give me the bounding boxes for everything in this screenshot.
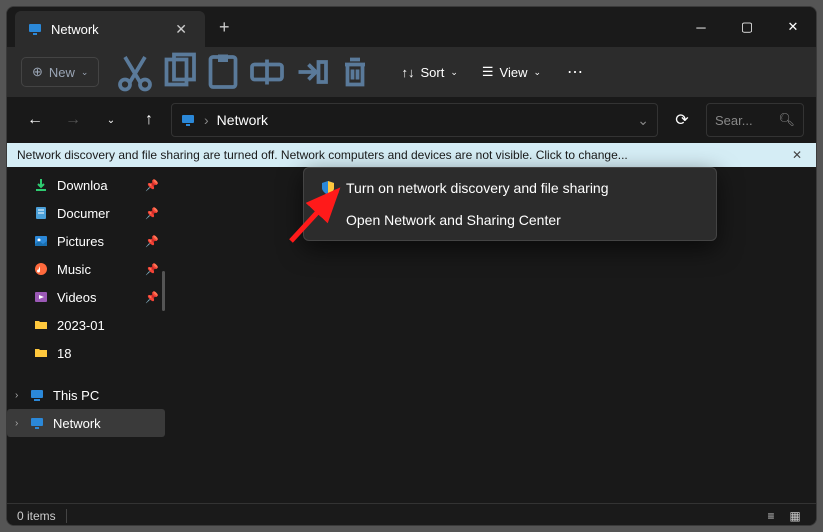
pin-icon: 📌 xyxy=(145,179,159,192)
close-button[interactable]: ✕ xyxy=(770,7,816,47)
minimize-button[interactable]: ─ xyxy=(678,7,724,47)
sort-button[interactable]: ↑↓ Sort ⌄ xyxy=(391,59,467,86)
shield-icon xyxy=(320,180,336,196)
new-button[interactable]: ⊕ New ⌄ xyxy=(21,57,99,87)
chevron-right-icon[interactable]: › xyxy=(15,418,18,429)
info-text: Network discovery and file sharing are t… xyxy=(17,148,628,162)
plus-icon: ⊕ xyxy=(32,64,43,80)
details-view-button[interactable]: ≡ xyxy=(760,507,782,525)
ctx-turn-on-discovery[interactable]: Turn on network discovery and file shari… xyxy=(308,172,712,204)
sort-icon: ↑↓ xyxy=(401,65,414,80)
tab-title: Network xyxy=(51,22,161,37)
search-icon: 🔍︎ xyxy=(778,112,795,128)
chevron-down-icon[interactable]: ⌄ xyxy=(637,112,649,129)
recent-button[interactable]: ⌄ xyxy=(95,104,127,136)
ctx-open-sharing-center[interactable]: Open Network and Sharing Center xyxy=(308,204,712,236)
main-content[interactable]: Turn on network discovery and file shari… xyxy=(165,167,816,503)
sidebar-item-documents[interactable]: Documer 📌 xyxy=(7,199,165,227)
network-icon xyxy=(27,21,43,37)
sidebar-item-music[interactable]: Music 📌 xyxy=(7,255,165,283)
maximize-button[interactable]: ▢ xyxy=(724,7,770,47)
pin-icon: 📌 xyxy=(145,235,159,248)
folder-icon xyxy=(33,345,49,361)
delete-button[interactable] xyxy=(335,54,375,90)
status-bar: 0 items ≡ ▦ xyxy=(7,503,816,526)
sidebar-item-this-pc[interactable]: › This PC xyxy=(7,381,165,409)
network-icon xyxy=(180,112,196,128)
back-button[interactable]: ← xyxy=(19,104,51,136)
view-button[interactable]: ☰ View ⌄ xyxy=(472,58,551,86)
up-button[interactable]: ↑ xyxy=(133,104,165,136)
thumbnails-view-button[interactable]: ▦ xyxy=(784,507,806,525)
explorer-window: Network ✕ + ─ ▢ ✕ ⊕ New ⌄ ↑↓ Sort ⌄ ☰ xyxy=(6,6,817,526)
chevron-down-icon: ⌄ xyxy=(450,67,458,78)
address-location: Network xyxy=(217,112,268,128)
rename-button[interactable] xyxy=(247,54,287,90)
close-icon[interactable]: ✕ xyxy=(788,148,806,162)
chevron-right-icon[interactable]: › xyxy=(15,390,18,401)
copy-button[interactable] xyxy=(159,54,199,90)
pin-icon: 📌 xyxy=(145,207,159,220)
sidebar-item-network[interactable]: › Network xyxy=(7,409,165,437)
close-icon[interactable]: ✕ xyxy=(169,19,193,40)
chevron-down-icon: ⌄ xyxy=(533,67,541,78)
view-icon: ☰ xyxy=(482,64,494,80)
titlebar: Network ✕ + ─ ▢ ✕ xyxy=(7,7,816,47)
chevron-down-icon: ⌄ xyxy=(81,67,89,78)
body: Downloa 📌 Documer 📌 Pictures 📌 Music 📌 V xyxy=(7,167,816,503)
pc-icon xyxy=(29,387,45,403)
status-text: 0 items xyxy=(17,509,56,523)
search-placeholder: Sear... xyxy=(715,113,753,128)
music-icon xyxy=(33,261,49,277)
sidebar-item-folder-18[interactable]: 18 xyxy=(7,339,165,367)
search-input[interactable]: Sear... 🔍︎ xyxy=(706,103,804,137)
nav-row: ← → ⌄ ↑ › Network ⌄ ⟳ Sear... 🔍︎ xyxy=(7,97,816,143)
sidebar-item-pictures[interactable]: Pictures 📌 xyxy=(7,227,165,255)
forward-button[interactable]: → xyxy=(57,104,89,136)
cut-button[interactable] xyxy=(115,54,155,90)
more-button[interactable]: ⋯ xyxy=(555,54,595,90)
chevron-right-icon: › xyxy=(204,112,209,128)
download-icon xyxy=(33,177,49,193)
videos-icon xyxy=(33,289,49,305)
new-tab-button[interactable]: + xyxy=(205,17,244,38)
tab-network[interactable]: Network ✕ xyxy=(15,11,205,47)
folder-icon xyxy=(33,317,49,333)
pin-icon: 📌 xyxy=(145,263,159,276)
address-bar[interactable]: › Network ⌄ xyxy=(171,103,658,137)
network-icon xyxy=(29,415,45,431)
share-button[interactable] xyxy=(291,54,331,90)
context-menu: Turn on network discovery and file shari… xyxy=(303,167,717,241)
sidebar-item-folder-2023-01[interactable]: 2023-01 xyxy=(7,311,165,339)
paste-button[interactable] xyxy=(203,54,243,90)
sidebar-item-videos[interactable]: Videos 📌 xyxy=(7,283,165,311)
pictures-icon xyxy=(33,233,49,249)
sidebar-item-downloads[interactable]: Downloa 📌 xyxy=(7,171,165,199)
toolbar: ⊕ New ⌄ ↑↓ Sort ⌄ ☰ View ⌄ ⋯ xyxy=(7,47,816,97)
info-bar[interactable]: Network discovery and file sharing are t… xyxy=(7,143,816,167)
pin-icon: 📌 xyxy=(145,291,159,304)
refresh-button[interactable]: ⟳ xyxy=(664,103,700,137)
window-controls: ─ ▢ ✕ xyxy=(678,7,816,47)
sidebar: Downloa 📌 Documer 📌 Pictures 📌 Music 📌 V xyxy=(7,167,165,503)
document-icon xyxy=(33,205,49,221)
